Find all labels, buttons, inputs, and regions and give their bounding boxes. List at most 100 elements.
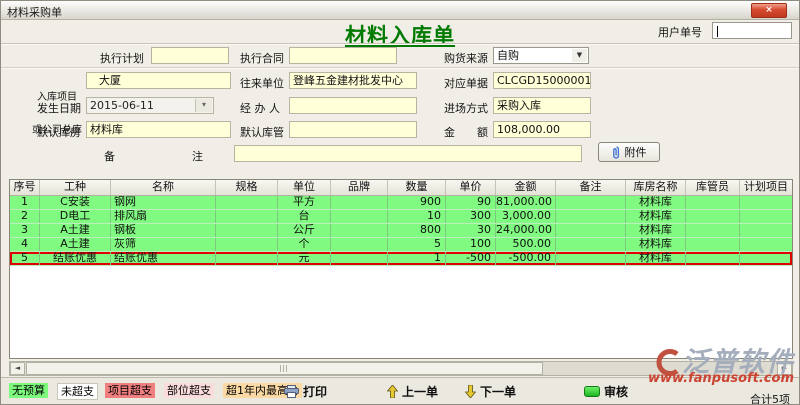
header-cell-spec[interactable]: 规格 (216, 180, 278, 195)
legend-badge-section-over: 部位超支 (164, 383, 214, 398)
attachment-label: 附件 (625, 144, 647, 160)
table-cell (331, 238, 388, 251)
table-cell: 钢板 (111, 224, 216, 237)
scroll-thumb[interactable] (26, 362, 543, 375)
table-cell (556, 196, 626, 209)
table-cell: 500.00 (496, 238, 556, 251)
total-count: 合计5项 (750, 391, 790, 405)
table-cell (686, 210, 740, 223)
table-row[interactable]: 5 结账优惠 结账优惠 元 1 -500 -500.00 材料库 (10, 252, 792, 266)
table-cell (686, 252, 740, 265)
table-cell (216, 224, 278, 237)
window-title: 材料采购单 (7, 4, 62, 20)
scroll-right-arrow-icon[interactable]: ► (777, 362, 792, 375)
date-value: 2015-06-11 (90, 99, 154, 112)
header-cell-qty[interactable]: 数量 (388, 180, 446, 195)
date-picker-button[interactable]: ▾ (195, 99, 212, 112)
table-cell: 钢网 (111, 196, 216, 209)
next-button[interactable]: 下一单 (465, 383, 516, 400)
user-no-input[interactable] (712, 22, 792, 39)
purchase-source-label: 购货来源 (444, 50, 488, 66)
remark-label: 备 注 (104, 148, 203, 164)
table-cell: -500.00 (496, 252, 556, 265)
table-cell: 灰筛 (111, 238, 216, 251)
purchase-source-value: 自购 (497, 49, 519, 62)
calendar-dropdown-icon: ▾ (202, 100, 206, 109)
window-titlebar: 材料采购单 × (1, 1, 799, 20)
remark-input[interactable] (234, 145, 582, 162)
audit-button[interactable]: 审核 (584, 383, 628, 400)
table-cell (216, 210, 278, 223)
table-cell (686, 196, 740, 209)
table-cell: 排风扇 (111, 210, 216, 223)
table-row[interactable]: 4 A土建 灰筛 个 5 100 500.00 材料库 (10, 238, 792, 252)
header-cell-plan[interactable]: 计划项目 (740, 180, 792, 195)
header-cell-unit[interactable]: 单位 (278, 180, 331, 195)
up-arrow-icon (387, 385, 398, 398)
table-cell: 1 (388, 252, 446, 265)
header-cell-name[interactable]: 名称 (111, 180, 216, 195)
header-cell-seq[interactable]: 序号 (10, 180, 40, 195)
next-label: 下一单 (480, 383, 516, 400)
header-cell-keeper[interactable]: 库管员 (686, 180, 740, 195)
table-cell (686, 224, 740, 237)
h-scrollbar[interactable]: ◄ ► (9, 361, 793, 376)
header-cell-remark[interactable]: 备注 (556, 180, 626, 195)
chevron-down-icon[interactable]: ▼ (572, 49, 587, 62)
audit-label: 审核 (604, 383, 628, 400)
table-cell (740, 224, 792, 237)
warehouse-input[interactable]: 材料库 (86, 121, 231, 138)
project-input[interactable]: 大厦 (86, 72, 231, 89)
date-input[interactable]: 2015-06-11 ▾ (86, 97, 214, 114)
table-cell: -500 (446, 252, 496, 265)
date-label: 发生日期 (37, 100, 81, 116)
table-cell: 30 (446, 224, 496, 237)
table-row[interactable]: 1 C安装 钢网 平方 900 90 81,000.00 材料库 (10, 196, 792, 210)
header-cell-price[interactable]: 单价 (446, 180, 496, 195)
divider (1, 43, 799, 45)
header-cell-brand[interactable]: 品牌 (331, 180, 388, 195)
table-cell: 1 (10, 196, 40, 209)
bottom-bar: 无预算 未超支 项目超支 部位超支 超1年内最高价 打印 上一单 下一单 (1, 377, 799, 405)
table-cell (686, 238, 740, 251)
amount-input[interactable]: 108,000.00 (493, 121, 591, 138)
down-arrow-icon (465, 385, 476, 398)
header-cell-worktype[interactable]: 工种 (40, 180, 111, 195)
purchase-source-select[interactable]: 自购 ▼ (493, 47, 589, 64)
prev-label: 上一单 (402, 383, 438, 400)
table-cell: 台 (278, 210, 331, 223)
items-table: 序号 工种 名称 规格 单位 品牌 数量 单价 金额 备注 库房名称 库管员 计… (9, 179, 793, 359)
paperclip-icon (612, 146, 621, 159)
table-header: 序号 工种 名称 规格 单位 品牌 数量 单价 金额 备注 库房名称 库管员 计… (10, 180, 792, 196)
table-cell (216, 252, 278, 265)
attachment-button[interactable]: 附件 (598, 142, 660, 162)
exec-plan-input[interactable] (151, 47, 229, 64)
keeper-input[interactable] (289, 121, 417, 138)
prev-button[interactable]: 上一单 (387, 383, 438, 400)
table-cell (331, 224, 388, 237)
header-cell-amount[interactable]: 金额 (496, 180, 556, 195)
close-button[interactable]: × (751, 3, 787, 18)
legend-badge-project-over: 项目超支 (105, 383, 155, 398)
header-cell-warehouse[interactable]: 库房名称 (626, 180, 686, 195)
doc-ref-input[interactable]: CLCGD150000016 (493, 72, 591, 89)
close-icon: × (765, 5, 773, 15)
table-cell (740, 238, 792, 251)
entry-mode-input[interactable]: 采购入库 (493, 97, 591, 114)
scroll-left-arrow-icon[interactable]: ◄ (10, 362, 25, 375)
counterparty-input[interactable]: 登峰五金建材批发中心 (289, 72, 417, 89)
table-cell: 材料库 (626, 238, 686, 251)
print-button[interactable]: 打印 (284, 383, 327, 400)
handler-input[interactable] (289, 97, 417, 114)
table-cell: 元 (278, 252, 331, 265)
table-cell: 2 (10, 210, 40, 223)
table-row[interactable]: 2 D电工 排风扇 台 10 300 3,000.00 材料库 (10, 210, 792, 224)
table-cell: 材料库 (626, 210, 686, 223)
exec-contract-input[interactable] (289, 47, 397, 64)
table-cell: 5 (388, 238, 446, 251)
legend-badge-not-over: 未超支 (57, 383, 98, 400)
table-cell (556, 252, 626, 265)
table-row[interactable]: 3 A土建 钢板 公斤 800 30 24,000.00 材料库 (10, 224, 792, 238)
table-cell: 材料库 (626, 224, 686, 237)
table-cell: 81,000.00 (496, 196, 556, 209)
